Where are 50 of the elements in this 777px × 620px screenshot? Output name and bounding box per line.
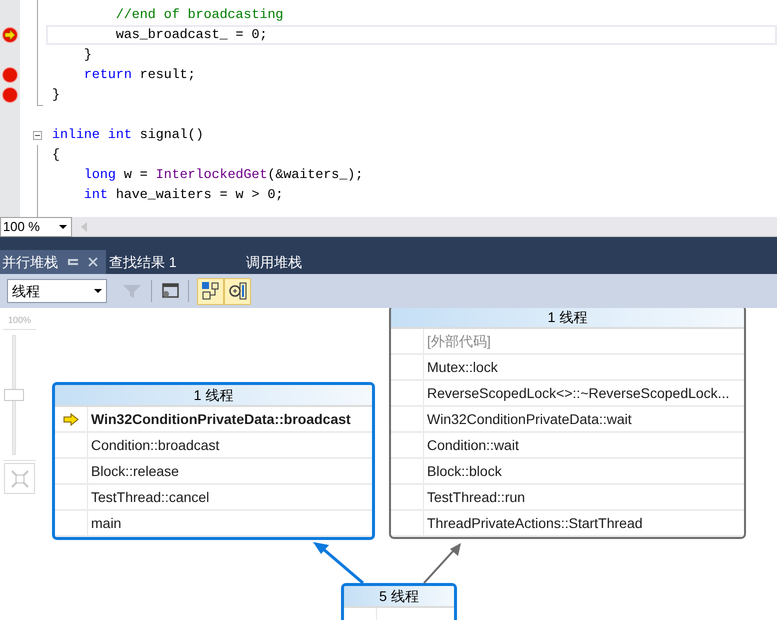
stack-frame[interactable]: TestThread::cancel — [91, 486, 210, 508]
zoom-dropdown[interactable]: 100 % — [0, 217, 72, 237]
connector-arrow — [423, 543, 461, 584]
code-line: int have_waiters = w > 0; — [82, 186, 284, 204]
code-line: long w = InterlockedGet(&waiters_); — [82, 166, 364, 184]
toggle-button[interactable] — [197, 278, 224, 304]
code-line: was_broadcast_ = 0; — [114, 26, 268, 44]
stack-frame[interactable]: ReverseScopedLock<>::~ReverseScopedLock... — [427, 382, 730, 404]
fit-icon — [10, 470, 28, 488]
caret-icon — [94, 289, 102, 293]
view-dropdown[interactable]: 线程 — [7, 279, 107, 303]
breakpoint-icon[interactable] — [2, 87, 18, 103]
diagram-icon — [200, 281, 220, 301]
panel-tab[interactable]: 查找结果 1 — [106, 250, 243, 274]
code-line: //end of broadcasting — [114, 6, 284, 24]
stack-frame[interactable]: ThreadPrivateActions::StartThread — [427, 512, 643, 534]
code-line: return result; — [82, 66, 196, 84]
stack-frame[interactable]: Block::block — [427, 460, 502, 482]
stack-frame-card[interactable]: 1 线程 Win32ConditionPrivateData::broadcast Condition::broadcast Block::release TestThread::cancel main — [52, 382, 375, 540]
zoom-icon — [228, 281, 248, 301]
caret-icon — [59, 225, 67, 229]
code-line: } — [52, 86, 60, 104]
stack-frame[interactable]: Block::release — [91, 460, 179, 482]
connector-arrow — [313, 542, 364, 584]
code-line: } — [82, 46, 92, 64]
close-icon[interactable] — [88, 257, 98, 267]
stack-frame[interactable]: Condition::wait — [427, 434, 519, 456]
node-header: 1 线程 — [391, 308, 744, 329]
current-line-icon[interactable] — [2, 27, 18, 43]
code-line: inline int signal() — [52, 126, 204, 144]
panel-tab[interactable]: 调用堆栈 — [243, 250, 380, 274]
panel-tab[interactable]: 并行堆栈 — [0, 250, 106, 274]
pin-icon[interactable] — [68, 259, 78, 265]
slider-thumb[interactable] — [4, 389, 24, 401]
stack-frame[interactable]: TestThread::run — [427, 486, 526, 508]
node-header: 1 线程 — [55, 385, 372, 407]
stack-frame[interactable]: main — [91, 512, 122, 534]
stack-frame[interactable]: Condition::broadcast — [91, 434, 220, 456]
collapse-icon[interactable] — [33, 130, 42, 140]
code-line: { — [52, 146, 60, 164]
window-icon[interactable] — [160, 282, 180, 300]
stack-frame-card[interactable]: 1 线程 [外部代码] Mutex::lock ReverseScopedLock<>::~ReverseScopedLock... Win32ConditionPrivateData::wait Condition::wait Block::block TestThread::run ThreadPrivateActions::StartThread — [389, 308, 746, 539]
zoom-label: 100% — [8, 314, 32, 327]
stack-frame-card[interactable]: 5 线程 — [341, 583, 457, 620]
node-header: 5 线程 — [344, 586, 454, 608]
stack-frame[interactable]: Win32ConditionPrivateData::wait — [427, 408, 632, 430]
breakpoint-icon[interactable] — [2, 67, 18, 83]
stack-frame[interactable]: Win32ConditionPrivateData::broadcast — [91, 408, 351, 430]
stack-frame[interactable]: Mutex::lock — [427, 356, 498, 378]
toggle-button[interactable] — [224, 278, 251, 304]
